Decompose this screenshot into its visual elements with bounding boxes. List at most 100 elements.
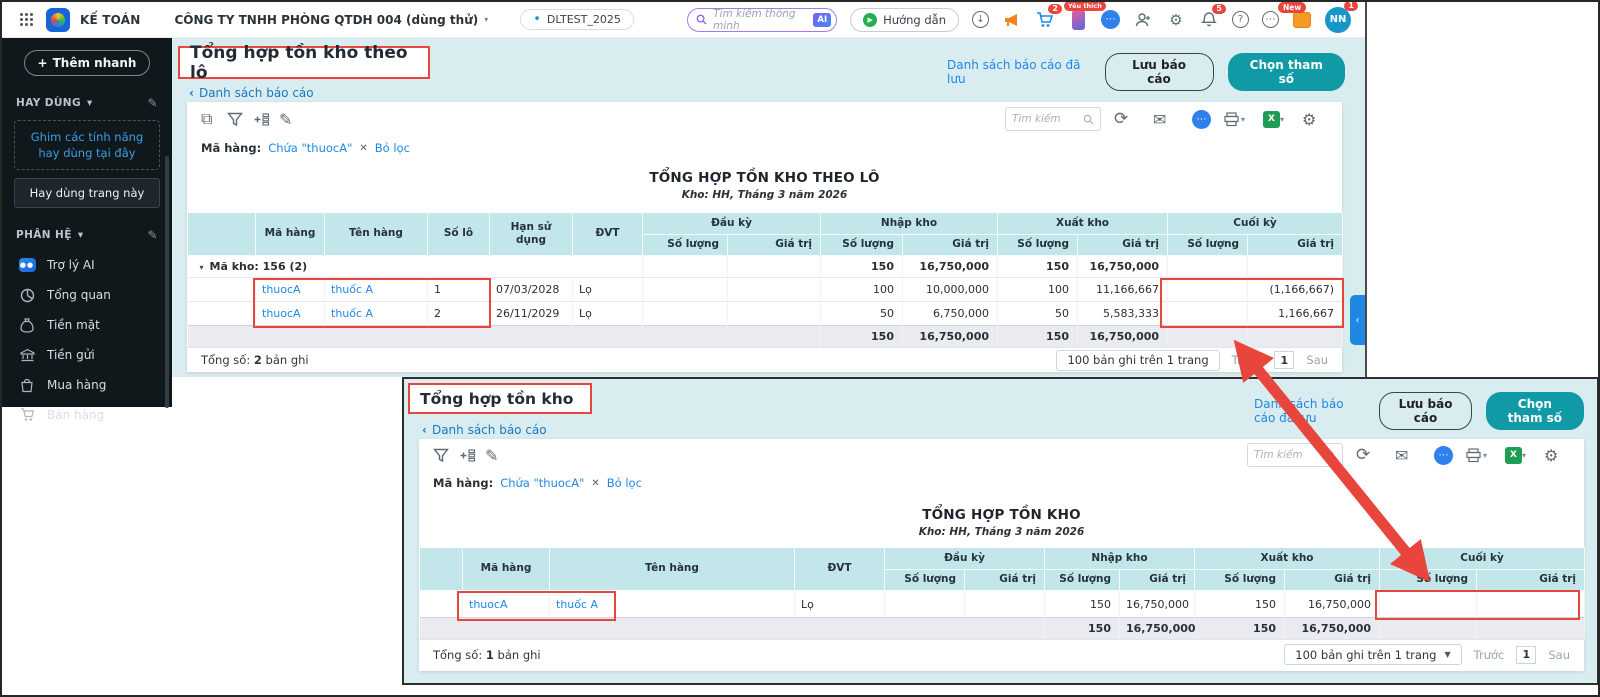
refresh-icon[interactable]: ⟳: [1114, 109, 1140, 129]
next-page-button[interactable]: Sau: [1306, 353, 1328, 367]
favorites-phone-icon[interactable]: Yêu thích: [1064, 2, 1106, 30]
item-code-link[interactable]: thuocA: [462, 590, 550, 618]
col-header[interactable]: ĐVT: [794, 547, 885, 591]
quick-add-button[interactable]: + Thêm nhanh: [24, 50, 150, 76]
item-name-link[interactable]: thuốc A: [324, 277, 428, 302]
collapse-caret-icon[interactable]: ▾: [200, 263, 204, 272]
sub-header-value[interactable]: Giá trị: [1284, 569, 1381, 591]
filter-chip[interactable]: Chứa "thuocA": [268, 141, 352, 155]
table-row[interactable]: thuocA thuốc A 1 07/03/2028 Lọ 100 10,00…: [187, 277, 1344, 302]
more-options-icon[interactable]: ⋯: [1262, 11, 1279, 28]
save-report-button[interactable]: Lưu báo cáo: [1104, 53, 1214, 91]
page-favorites-button[interactable]: Hay dùng trang này: [14, 178, 160, 209]
mail-icon[interactable]: ✉: [1153, 110, 1179, 129]
edit-modules-icon[interactable]: ✎: [148, 228, 158, 242]
sidebar-item-cash[interactable]: Tiền mặt: [2, 310, 172, 340]
item-code-link[interactable]: thuocA: [255, 301, 325, 326]
guide-button[interactable]: ▶ Hướng dẫn: [850, 7, 959, 32]
table-row[interactable]: thuocA thuốc A Lọ 150 16,750,000 150 16,…: [419, 590, 1586, 618]
download-icon[interactable]: ↓: [972, 11, 989, 28]
current-page[interactable]: 1: [1274, 351, 1295, 369]
clear-filter-link[interactable]: Bỏ lọc: [607, 476, 642, 490]
sub-header-value[interactable]: Giá trị: [727, 234, 821, 256]
sub-header-qty[interactable]: Số lượng: [1194, 569, 1286, 591]
table-settings-icon[interactable]: ⚙: [1302, 110, 1328, 129]
sub-header-value[interactable]: Giá trị: [1077, 234, 1169, 256]
sub-header-qty[interactable]: Số lượng: [884, 569, 965, 591]
smart-search-input[interactable]: Tìm kiếm thông minh AI: [687, 7, 838, 32]
print-icon[interactable]: ▾: [1466, 447, 1492, 463]
table-settings-icon[interactable]: ⚙: [1544, 446, 1570, 465]
col-header[interactable]: Hạn sử dụng: [489, 212, 573, 256]
filter-chip[interactable]: Chứa "thuocA": [500, 476, 584, 490]
sub-header-value[interactable]: Giá trị: [1118, 569, 1196, 591]
back-to-report-list-link[interactable]: ‹ Danh sách báo cáo: [422, 423, 547, 437]
sub-header-qty[interactable]: Số lượng: [1044, 569, 1120, 591]
prev-page-button[interactable]: Trước: [1232, 353, 1263, 367]
edit-icon[interactable]: ✎: [279, 110, 305, 129]
sidebar-item-ai-assistant[interactable]: ●● Trợ lý AI: [2, 250, 172, 280]
page-size-select[interactable]: 100 bản ghi trên 1 trang ▼: [1284, 644, 1462, 665]
sidebar-item-sales[interactable]: Bán hàng: [2, 400, 172, 430]
save-report-button[interactable]: Lưu báo cáo: [1379, 392, 1472, 430]
excel-export-icon[interactable]: X ▾: [1505, 446, 1531, 464]
col-header[interactable]: Số lô: [427, 212, 490, 256]
report-search-input[interactable]: Tìm kiếm: [1005, 107, 1101, 131]
sub-header-qty[interactable]: Số lượng: [1379, 569, 1478, 591]
sub-header-qty[interactable]: Số lượng: [820, 234, 903, 256]
saved-reports-link[interactable]: Danh sách báo cáo đã lưu: [1254, 397, 1365, 425]
table-row[interactable]: thuocA thuốc A 2 26/11/2029 Lọ 50 6,750,…: [187, 301, 1344, 326]
next-page-button[interactable]: Sau: [1548, 648, 1570, 662]
sub-header-value[interactable]: Giá trị: [964, 569, 1045, 591]
remove-filter-icon[interactable]: ✕: [591, 478, 599, 489]
edit-favorites-icon[interactable]: ✎: [148, 96, 158, 110]
sub-header-value[interactable]: Giá trị: [901, 234, 999, 256]
company-selector[interactable]: CÔNG TY TNHH PHÒNG QTDH 004 (dùng thử) ▾: [174, 13, 488, 27]
sub-header-qty[interactable]: Số lượng: [1167, 234, 1249, 256]
filter-icon[interactable]: [433, 448, 459, 463]
app-launcher-icon[interactable]: [16, 10, 36, 30]
add-user-icon[interactable]: [1133, 10, 1153, 30]
filter-icon[interactable]: [227, 112, 253, 127]
col-header[interactable]: Tên hàng: [549, 547, 795, 591]
environment-badge[interactable]: • DLTEST_2025: [520, 9, 634, 30]
col-header[interactable]: Mã hàng: [255, 212, 325, 256]
feedback-chat-icon[interactable]: ⋯: [1192, 109, 1211, 129]
cart-icon[interactable]: 2: [1035, 3, 1062, 30]
collapse-all-icon[interactable]: ⧉: [201, 109, 227, 129]
side-panel-toggle[interactable]: ‹: [1350, 295, 1365, 345]
section-favorites[interactable]: HAY DÙNG ▾ ✎: [2, 96, 172, 110]
gear-icon[interactable]: ⚙: [1166, 10, 1186, 30]
print-icon[interactable]: ▾: [1224, 111, 1250, 127]
section-modules[interactable]: PHÂN HỆ ▾ ✎: [2, 228, 172, 242]
sidebar-scrollbar[interactable]: [165, 156, 169, 408]
feedback-chat-icon[interactable]: ⋯: [1434, 445, 1453, 465]
sub-header-qty[interactable]: Số lượng: [642, 234, 728, 256]
item-name-link[interactable]: thuốc A: [549, 590, 795, 618]
choose-params-button[interactable]: Chọn tham số: [1485, 392, 1584, 430]
megaphone-icon[interactable]: [1002, 10, 1022, 30]
clear-filter-link[interactable]: Bỏ lọc: [375, 141, 410, 155]
sub-header-value[interactable]: Giá trị: [1476, 569, 1586, 591]
sidebar-item-purchasing[interactable]: Mua hàng: [2, 370, 172, 400]
excel-export-icon[interactable]: X ▾: [1263, 110, 1289, 128]
remove-filter-icon[interactable]: ✕: [359, 143, 367, 154]
sidebar-item-bank[interactable]: Tiền gửi: [2, 340, 172, 370]
sub-header-qty[interactable]: Số lượng: [997, 234, 1079, 256]
group-row-warehouse[interactable]: ▾ Mã kho: 156 (2) 150 16,750,000 150 16,7…: [187, 255, 1344, 278]
choose-params-button[interactable]: Chọn tham số: [1227, 53, 1345, 91]
item-name-link[interactable]: thuốc A: [324, 301, 428, 326]
back-to-report-list-link[interactable]: ‹ Danh sách báo cáo: [189, 86, 314, 100]
whats-new-icon[interactable]: New: [1278, 2, 1312, 30]
item-code-link[interactable]: thuocA: [255, 277, 325, 302]
page-size-select[interactable]: 100 bản ghi trên 1 trang: [1056, 349, 1220, 371]
sub-header-value[interactable]: Giá trị: [1247, 234, 1344, 256]
current-page[interactable]: 1: [1516, 645, 1537, 664]
add-column-icon[interactable]: [459, 448, 485, 463]
refresh-icon[interactable]: ⟳: [1356, 445, 1382, 465]
edit-icon[interactable]: ✎: [485, 446, 511, 465]
help-icon[interactable]: ?: [1232, 11, 1249, 28]
col-header[interactable]: ĐVT: [572, 212, 643, 256]
add-column-icon[interactable]: [253, 112, 279, 127]
sidebar-item-overview[interactable]: Tổng quan: [2, 280, 172, 310]
